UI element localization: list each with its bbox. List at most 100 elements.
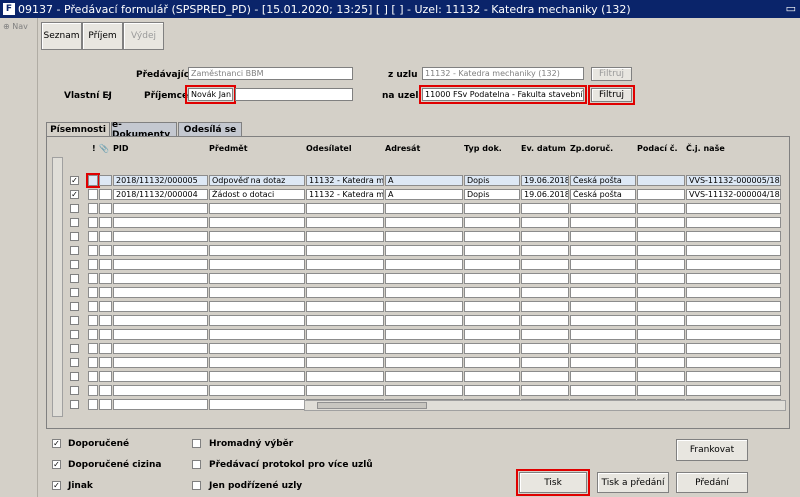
tab-pisemnosti[interactable]: Písemnosti bbox=[46, 122, 110, 137]
cell-cj[interactable] bbox=[686, 273, 781, 284]
cell-ev[interactable] bbox=[521, 329, 569, 340]
cell-podaci[interactable] bbox=[637, 357, 685, 368]
row-attach-cell[interactable] bbox=[99, 287, 112, 298]
cell-cj[interactable] bbox=[686, 301, 781, 312]
row-checkbox[interactable] bbox=[70, 358, 79, 367]
cell-adresat[interactable]: A bbox=[385, 175, 463, 186]
cell-ev[interactable] bbox=[521, 259, 569, 270]
row-checkbox[interactable] bbox=[70, 302, 79, 311]
row-checkbox[interactable] bbox=[70, 246, 79, 255]
jinak-checkbox[interactable]: ✓ bbox=[52, 481, 61, 490]
row-flag-cell[interactable] bbox=[88, 385, 98, 396]
row-flag-cell[interactable] bbox=[88, 399, 98, 410]
row-checkbox[interactable] bbox=[70, 288, 79, 297]
cell-predmet[interactable] bbox=[209, 273, 305, 284]
tisk-button[interactable]: Tisk bbox=[516, 469, 590, 496]
cell-podaci[interactable] bbox=[637, 273, 685, 284]
header-typ-dok[interactable]: Typ dok. bbox=[464, 144, 502, 153]
cell-ev[interactable] bbox=[521, 231, 569, 242]
cell-predmet[interactable] bbox=[209, 357, 305, 368]
cell-typ[interactable] bbox=[464, 385, 520, 396]
frankovat-button[interactable]: Frankovat bbox=[676, 439, 748, 461]
cell-typ[interactable] bbox=[464, 301, 520, 312]
row-flag-cell[interactable] bbox=[88, 231, 98, 242]
cell-pid[interactable] bbox=[113, 301, 208, 312]
cell-pid[interactable] bbox=[113, 231, 208, 242]
tab-odesila-se[interactable]: Odesílá se bbox=[178, 122, 242, 136]
cell-predmet[interactable]: Odpověď na dotaz bbox=[209, 175, 305, 186]
cell-zp[interactable] bbox=[570, 357, 636, 368]
row-attach-cell[interactable] bbox=[99, 329, 112, 340]
cell-typ[interactable] bbox=[464, 371, 520, 382]
header-podaci[interactable]: Podací č. bbox=[637, 144, 678, 153]
row-flag-cell[interactable] bbox=[88, 203, 98, 214]
cell-pid[interactable]: 2018/11132/000005 bbox=[113, 175, 208, 186]
prijemce-input-ext[interactable] bbox=[235, 88, 353, 101]
row-checkbox[interactable] bbox=[70, 274, 79, 283]
filtruj-na-uzel-button[interactable]: Filtruj bbox=[588, 85, 635, 105]
cell-ev[interactable] bbox=[521, 357, 569, 368]
cell-predmet[interactable] bbox=[209, 371, 305, 382]
cell-ev[interactable] bbox=[521, 371, 569, 382]
cell-adresat[interactable] bbox=[385, 301, 463, 312]
row-attach-cell[interactable] bbox=[99, 273, 112, 284]
nav-label[interactable]: ⊕ Nav bbox=[3, 22, 28, 31]
row-attach-cell[interactable] bbox=[99, 343, 112, 354]
cell-pid[interactable] bbox=[113, 385, 208, 396]
cell-cj[interactable] bbox=[686, 343, 781, 354]
cell-pid[interactable] bbox=[113, 245, 208, 256]
cell-cj[interactable] bbox=[686, 245, 781, 256]
row-attach-cell[interactable] bbox=[99, 385, 112, 396]
cell-odesilatel[interactable]: 11132 - Katedra mec bbox=[306, 175, 384, 186]
row-flag-cell[interactable] bbox=[88, 343, 98, 354]
row-checkbox[interactable] bbox=[70, 400, 79, 409]
predani-button[interactable]: Předání bbox=[676, 472, 748, 493]
cell-typ[interactable] bbox=[464, 287, 520, 298]
row-flag-cell[interactable] bbox=[88, 189, 98, 200]
vydej-button[interactable]: Výdej bbox=[123, 22, 164, 50]
cell-pid[interactable] bbox=[113, 259, 208, 270]
row-checkbox[interactable]: ✓ bbox=[70, 176, 79, 185]
cell-ev[interactable] bbox=[521, 315, 569, 326]
cell-ev[interactable] bbox=[521, 343, 569, 354]
z-uzlu-input[interactable]: 11132 - Katedra mechaniky (132) bbox=[422, 67, 584, 80]
cell-podaci[interactable] bbox=[637, 301, 685, 312]
cell-adresat[interactable] bbox=[385, 259, 463, 270]
cell-adresat[interactable] bbox=[385, 245, 463, 256]
cell-zp[interactable]: Česká pošta bbox=[570, 189, 636, 200]
predavajici-input[interactable]: Zaměstnanci BBM bbox=[188, 67, 353, 80]
cell-zp[interactable] bbox=[570, 273, 636, 284]
cell-adresat[interactable] bbox=[385, 273, 463, 284]
cell-odesilatel[interactable] bbox=[306, 329, 384, 340]
header-adresat[interactable]: Adresát bbox=[385, 144, 420, 153]
cell-zp[interactable] bbox=[570, 203, 636, 214]
row-checkbox[interactable] bbox=[70, 344, 79, 353]
cell-zp[interactable] bbox=[570, 245, 636, 256]
cell-pid[interactable] bbox=[113, 399, 208, 410]
cell-ev[interactable]: 19.06.2018 bbox=[521, 175, 569, 186]
na-uzel-input[interactable]: 11000 FSv Podatelna - Fakulta stavební (… bbox=[419, 85, 587, 104]
row-flag-cell[interactable] bbox=[88, 245, 98, 256]
protokol-checkbox[interactable] bbox=[192, 460, 201, 469]
cell-podaci[interactable] bbox=[637, 371, 685, 382]
cell-zp[interactable] bbox=[570, 329, 636, 340]
cell-typ[interactable]: Dopis bbox=[464, 189, 520, 200]
row-attach-cell[interactable] bbox=[99, 175, 112, 186]
header-pid[interactable]: PID bbox=[113, 144, 128, 153]
cell-predmet[interactable] bbox=[209, 245, 305, 256]
cell-cj[interactable] bbox=[686, 217, 781, 228]
cell-cj[interactable] bbox=[686, 287, 781, 298]
row-flag-cell[interactable] bbox=[88, 371, 98, 382]
cell-zp[interactable] bbox=[570, 385, 636, 396]
cell-pid[interactable] bbox=[113, 203, 208, 214]
horizontal-scrollbar[interactable] bbox=[304, 400, 786, 411]
cell-cj[interactable] bbox=[686, 329, 781, 340]
cell-predmet[interactable] bbox=[209, 399, 305, 410]
header-ev-datum[interactable]: Ev. datum bbox=[521, 144, 566, 153]
cell-pid[interactable] bbox=[113, 343, 208, 354]
cell-zp[interactable] bbox=[570, 343, 636, 354]
row-checkbox[interactable] bbox=[70, 218, 79, 227]
row-flag-cell[interactable] bbox=[88, 357, 98, 368]
row-flag-cell[interactable] bbox=[88, 329, 98, 340]
row-flag-cell[interactable] bbox=[88, 287, 98, 298]
